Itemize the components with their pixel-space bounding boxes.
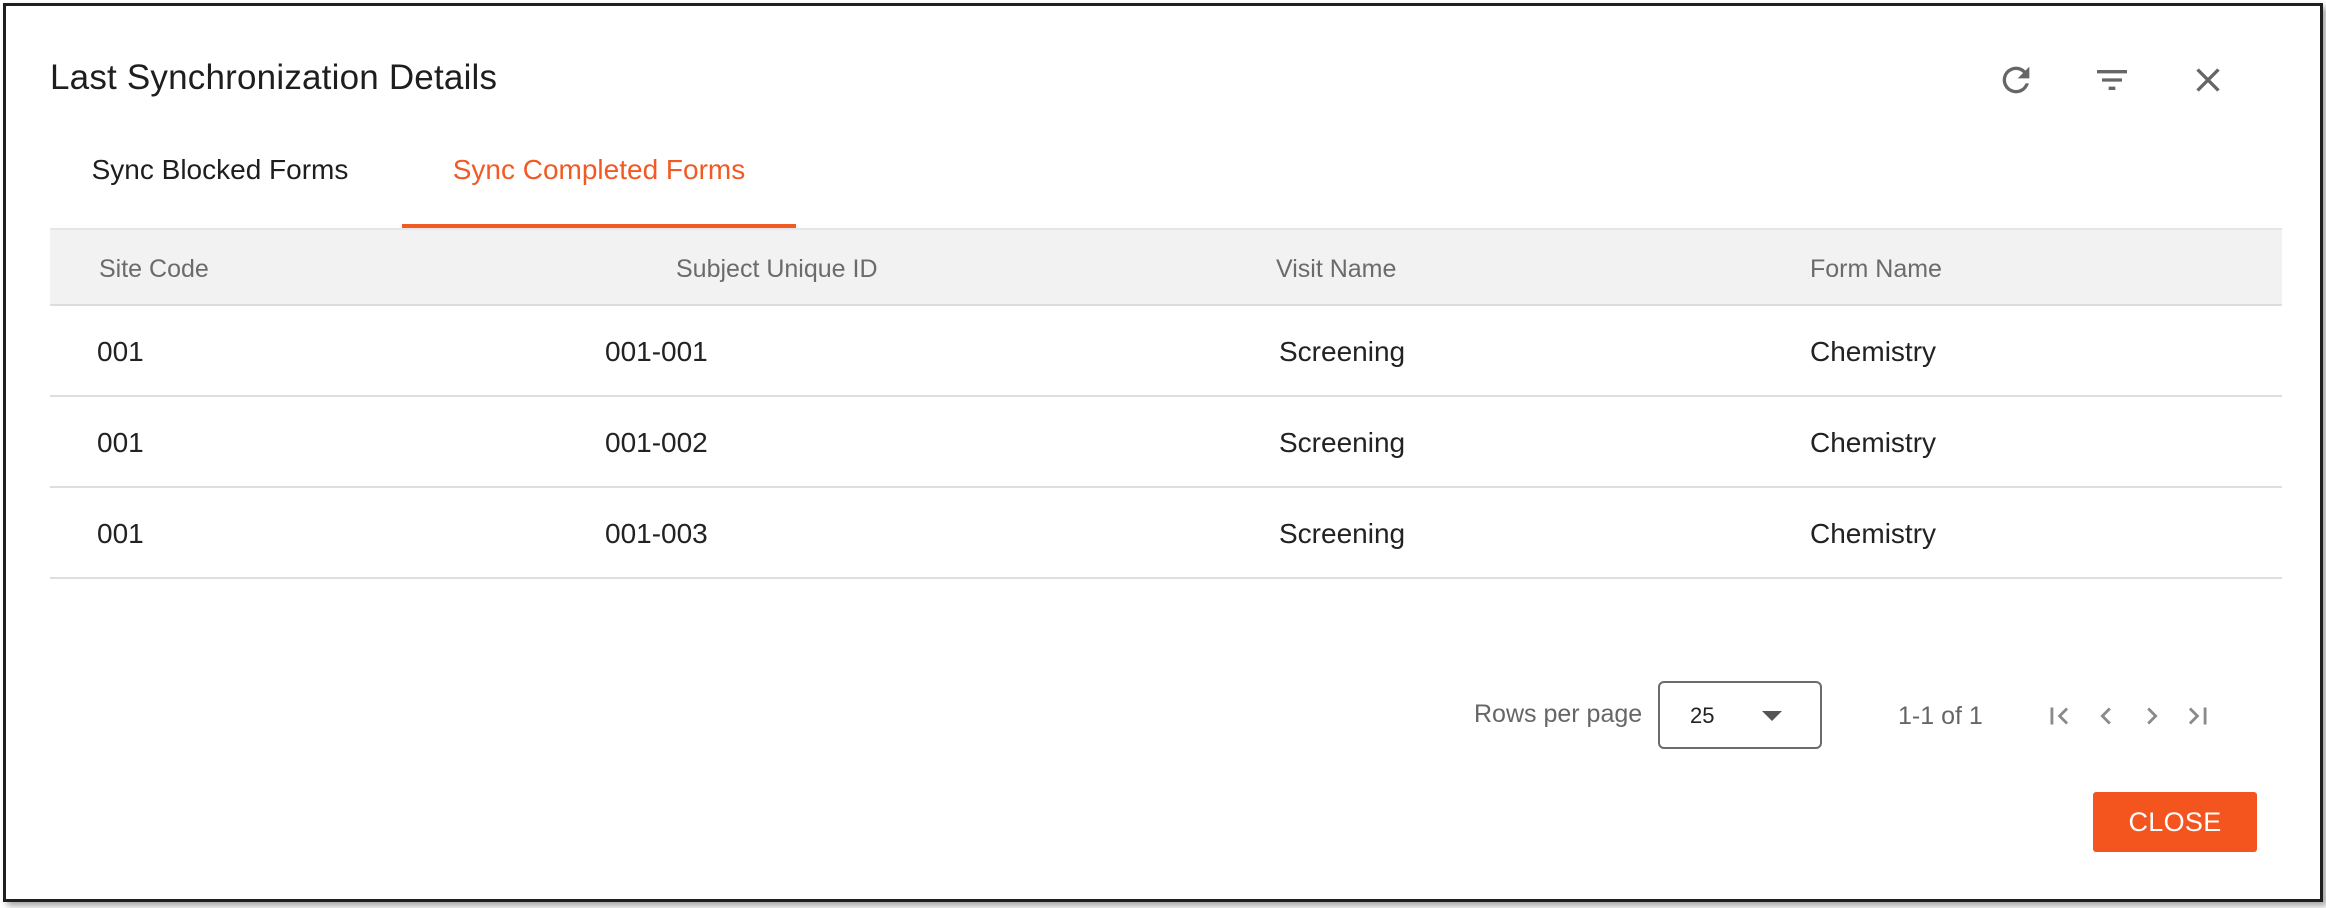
dialog-title: Last Synchronization Details [50,58,498,97]
filter-button[interactable] [2084,52,2140,108]
cell-subject-unique-id: 001-002 [605,427,708,458]
tab-label: Sync Blocked Forms [91,154,349,185]
close-button[interactable]: CLOSE [2093,792,2257,852]
pagination-range: 1-1 of 1 [1898,702,1983,730]
first-page-button[interactable] [2039,696,2079,736]
rows-per-page-value: 25 [1690,703,1715,728]
next-page-icon [2147,707,2158,725]
next-page-button[interactable] [2132,696,2172,736]
filter-icon [2097,70,2127,90]
tab-sync-blocked-forms[interactable]: Sync Blocked Forms [50,154,390,228]
tab-label: Sync Completed Forms [452,154,746,185]
column-header-form-name[interactable]: Form Name [1810,255,1942,284]
previous-page-button[interactable] [2086,696,2126,736]
last-page-icon [2188,707,2207,725]
cell-site-code: 001 [97,427,144,458]
column-header-site-code[interactable]: Site Code [99,255,209,284]
refresh-icon [2002,66,2030,94]
rows-per-page-select[interactable]: 25 [1658,681,1822,749]
close-icon [2196,68,2220,92]
cell-form-name: Chemistry [1810,336,1937,367]
rows-per-page-label: Rows per page [1474,700,1643,728]
dropdown-caret-icon [1762,711,1782,721]
table-row[interactable]: 001 001-001 Screening Chemistry [50,306,2282,397]
cell-form-name: Chemistry [1810,518,1937,549]
cell-subject-unique-id: 001-001 [605,336,708,367]
refresh-button[interactable] [1988,52,2044,108]
cell-form-name: Chemistry [1810,427,1937,458]
cell-site-code: 001 [97,336,144,367]
tab-sync-completed-forms[interactable]: Sync Completed Forms [402,154,796,228]
table-header: Site Code Subject Unique ID Visit Name F… [50,228,2282,306]
table-row[interactable]: 001 001-002 Screening Chemistry [50,397,2282,488]
column-header-subject-unique-id[interactable]: Subject Unique ID [676,255,878,284]
cell-visit-name: Screening [1279,336,1406,367]
cell-visit-name: Screening [1279,427,1406,458]
previous-page-icon [2100,707,2111,725]
table-row[interactable]: 001 001-003 Screening Chemistry [50,488,2282,579]
sync-details-dialog: Last Synchronization Details Sync Blocke… [3,3,2323,902]
cell-site-code: 001 [97,518,144,549]
column-header-visit-name[interactable]: Visit Name [1276,255,1396,284]
close-dialog-button[interactable] [2180,52,2236,108]
cell-visit-name: Screening [1279,518,1406,549]
sync-forms-table: Site Code Subject Unique ID Visit Name F… [50,228,2282,579]
first-page-icon [2050,707,2069,725]
cell-subject-unique-id: 001-003 [605,518,708,549]
last-page-button[interactable] [2178,696,2218,736]
